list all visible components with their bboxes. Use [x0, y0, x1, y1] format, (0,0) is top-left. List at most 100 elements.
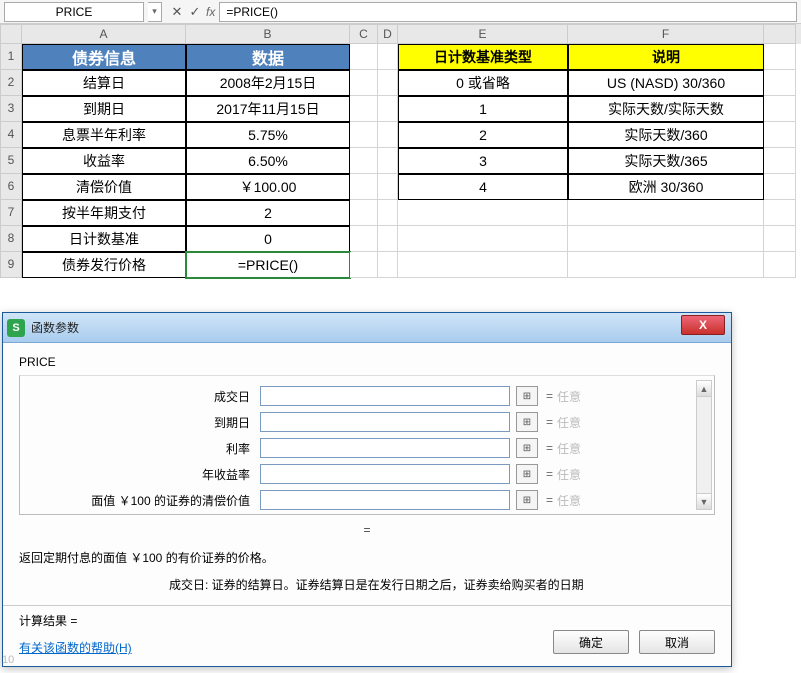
cell-F3[interactable]: 实际天数/实际天数 — [568, 96, 764, 122]
cell-F4[interactable]: 实际天数/360 — [568, 122, 764, 148]
col-header-C[interactable]: C — [350, 24, 378, 44]
cell-F1[interactable]: 说明 — [568, 44, 764, 70]
row-header-2[interactable]: 2 — [0, 70, 22, 96]
cell-G6[interactable] — [764, 174, 796, 200]
cell-G4[interactable] — [764, 122, 796, 148]
ref-selector-icon[interactable]: ⊞ — [516, 490, 538, 510]
row-header-6[interactable]: 6 — [0, 174, 22, 200]
col-header-B[interactable]: B — [186, 24, 350, 44]
ref-selector-icon[interactable]: ⊞ — [516, 412, 538, 432]
cell-A8[interactable]: 日计数基准 — [22, 226, 186, 252]
row-header-8[interactable]: 8 — [0, 226, 22, 252]
formula-input[interactable]: =PRICE() — [219, 2, 797, 22]
row-header-5[interactable]: 5 — [0, 148, 22, 174]
cell-F5[interactable]: 实际天数/365 — [568, 148, 764, 174]
cell-B8[interactable]: 0 — [186, 226, 350, 252]
name-box[interactable]: PRICE — [4, 2, 144, 22]
cell-A1[interactable]: 债券信息 — [22, 44, 186, 70]
cell-G1[interactable] — [764, 44, 796, 70]
col-header-F[interactable]: F — [568, 24, 764, 44]
cell-G7[interactable] — [764, 200, 796, 226]
col-header-D[interactable]: D — [378, 24, 398, 44]
cell-G5[interactable] — [764, 148, 796, 174]
select-all-corner[interactable] — [0, 24, 22, 44]
dialog-titlebar[interactable]: S 函数参数 X — [3, 313, 731, 343]
cell-C8[interactable] — [350, 226, 378, 252]
arg-input-redemption[interactable] — [260, 490, 510, 510]
cell-A9[interactable]: 债券发行价格 — [22, 252, 186, 278]
cell-E4[interactable]: 2 — [398, 122, 568, 148]
cell-F8[interactable] — [568, 226, 764, 252]
cell-F2[interactable]: US (NASD) 30/360 — [568, 70, 764, 96]
fx-icon[interactable]: fx — [206, 5, 215, 19]
arg-input-settlement[interactable] — [260, 386, 510, 406]
cell-B9[interactable]: =PRICE() — [186, 252, 350, 278]
row-header-4[interactable]: 4 — [0, 122, 22, 148]
cell-G3[interactable] — [764, 96, 796, 122]
cell-B6[interactable]: ￥100.00 — [186, 174, 350, 200]
cell-G2[interactable] — [764, 70, 796, 96]
args-scrollbar[interactable]: ▲ ▼ — [696, 380, 712, 510]
row-header-1[interactable]: 1 — [0, 44, 22, 70]
cell-E3[interactable]: 1 — [398, 96, 568, 122]
col-header-A[interactable]: A — [22, 24, 186, 44]
cell-F7[interactable] — [568, 200, 764, 226]
cell-D8[interactable] — [378, 226, 398, 252]
cell-E5[interactable]: 3 — [398, 148, 568, 174]
cell-E8[interactable] — [398, 226, 568, 252]
cell-C2[interactable] — [350, 70, 378, 96]
cell-A2[interactable]: 结算日 — [22, 70, 186, 96]
cell-D6[interactable] — [378, 174, 398, 200]
cancel-button[interactable]: 取消 — [639, 630, 715, 654]
cell-D4[interactable] — [378, 122, 398, 148]
cell-F9[interactable] — [568, 252, 764, 278]
cell-B5[interactable]: 6.50% — [186, 148, 350, 174]
cell-D7[interactable] — [378, 200, 398, 226]
arg-input-maturity[interactable] — [260, 412, 510, 432]
cell-C9[interactable] — [350, 252, 378, 278]
cell-D3[interactable] — [378, 96, 398, 122]
cell-G9[interactable] — [764, 252, 796, 278]
ref-selector-icon[interactable]: ⊞ — [516, 386, 538, 406]
cell-F6[interactable]: 欧洲 30/360 — [568, 174, 764, 200]
cell-D2[interactable] — [378, 70, 398, 96]
name-box-dropdown[interactable]: ▾ — [148, 2, 162, 22]
cell-B1[interactable]: 数据 — [186, 44, 350, 70]
cell-E7[interactable] — [398, 200, 568, 226]
cell-C5[interactable] — [350, 148, 378, 174]
cell-B2[interactable]: 2008年2月15日 — [186, 70, 350, 96]
cell-A4[interactable]: 息票半年利率 — [22, 122, 186, 148]
accept-icon[interactable]: ✓ — [186, 4, 204, 20]
close-button[interactable]: X — [681, 315, 725, 335]
cell-D5[interactable] — [378, 148, 398, 174]
cell-A6[interactable]: 清偿价值 — [22, 174, 186, 200]
row-header-9[interactable]: 9 — [0, 252, 22, 278]
cell-E2[interactable]: 0 或省略 — [398, 70, 568, 96]
cell-A3[interactable]: 到期日 — [22, 96, 186, 122]
cell-B3[interactable]: 2017年11月15日 — [186, 96, 350, 122]
ref-selector-icon[interactable]: ⊞ — [516, 464, 538, 484]
cell-E1[interactable]: 日计数基准类型 — [398, 44, 568, 70]
arg-input-rate[interactable] — [260, 438, 510, 458]
scroll-down-icon[interactable]: ▼ — [697, 493, 711, 509]
cell-B7[interactable]: 2 — [186, 200, 350, 226]
cell-B4[interactable]: 5.75% — [186, 122, 350, 148]
cell-C1[interactable] — [350, 44, 378, 70]
ref-selector-icon[interactable]: ⊞ — [516, 438, 538, 458]
row-header-7[interactable]: 7 — [0, 200, 22, 226]
cancel-icon[interactable]: ✕ — [168, 4, 186, 20]
row-header-3[interactable]: 3 — [0, 96, 22, 122]
cell-A5[interactable]: 收益率 — [22, 148, 186, 174]
cell-D9[interactable] — [378, 252, 398, 278]
cell-E6[interactable]: 4 — [398, 174, 568, 200]
cell-C6[interactable] — [350, 174, 378, 200]
cell-E9[interactable] — [398, 252, 568, 278]
help-link[interactable]: 有关该函数的帮助(H) — [19, 641, 132, 655]
cell-A7[interactable]: 按半年期支付 — [22, 200, 186, 226]
cell-C4[interactable] — [350, 122, 378, 148]
arg-input-yield[interactable] — [260, 464, 510, 484]
cell-C3[interactable] — [350, 96, 378, 122]
cell-D1[interactable] — [378, 44, 398, 70]
col-header-blank[interactable] — [764, 24, 796, 44]
cell-G8[interactable] — [764, 226, 796, 252]
